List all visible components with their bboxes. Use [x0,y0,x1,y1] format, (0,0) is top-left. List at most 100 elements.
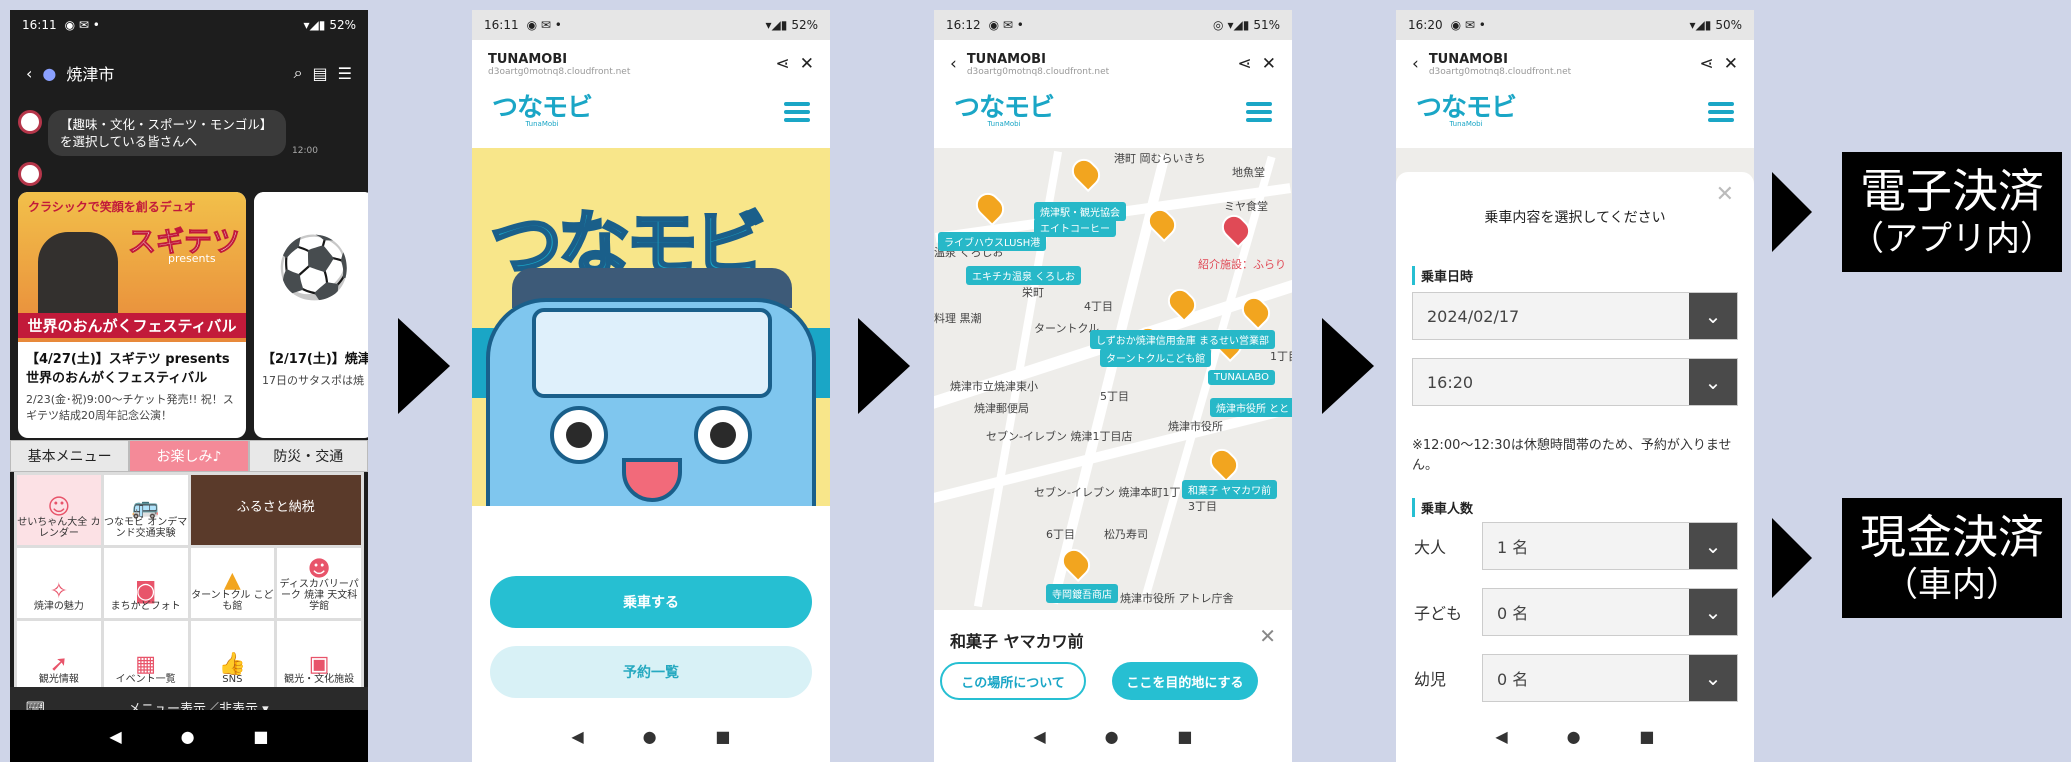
callout-sub: （アプリ内） [1850,219,2054,259]
close-icon[interactable]: ✕ [800,54,814,74]
share-icon[interactable]: ⋖ [776,54,790,74]
menu-tourism[interactable]: ➚ 観光情報 [17,621,101,691]
stop-label[interactable]: ターントクルこども館 [1100,348,1212,367]
menu-calendar[interactable]: ☺ せいちゃん大全 カレンダー [17,475,101,545]
adult-count-select[interactable]: 1 名 ⌄ [1482,522,1738,570]
home-nav-icon[interactable]: ● [1105,727,1119,746]
back-nav-icon[interactable]: ◀ [1033,727,1045,746]
stop-pin-icon[interactable] [1066,153,1106,193]
logo-text: つなモビ [492,93,593,123]
avatar [18,162,42,186]
stop-label[interactable]: 和菓子 ヤマカワ前 [1182,480,1278,499]
date-select[interactable]: 2024/02/17 ⌄ [1412,292,1738,340]
menu-events[interactable]: ▦ イベント一覧 [103,621,188,691]
back-icon[interactable]: ‹ [1412,54,1419,74]
ride-button[interactable]: 乗車する [490,576,812,628]
chat-title: 焼津市 [66,65,115,84]
child-count-select[interactable]: 0 名 ⌄ [1482,588,1738,636]
notes-icon[interactable]: ▤ [313,64,328,83]
menu-label: 観光情報 [38,674,79,685]
menu-furusato-nozei[interactable]: ふるさと納税 [190,475,361,545]
status-bar: 16:20 ◉ ✉ • ▾◢▮ 50% [1396,10,1754,40]
back-nav-icon[interactable]: ◀ [1495,727,1507,746]
menu-photo[interactable]: ◙ まちかどフォト [103,548,188,618]
rich-menu-grid: ☺ せいちゃん大全 カレンダー 🚌 つなモビ オンデマンド交通実験 ふるさと納税 ✧… [14,472,364,694]
close-icon[interactable]: ✕ [1259,624,1276,648]
back-nav-icon[interactable]: ◀ [571,727,583,746]
recents-nav-icon[interactable]: ■ [1639,727,1654,746]
stop-label[interactable]: しずおか焼津信用金庫 まるせい営業部 [1090,330,1275,349]
stop-pin-icon[interactable] [970,187,1010,227]
hamburger-icon[interactable] [1246,102,1272,122]
menu-tunamobi[interactable]: 🚌 つなモビ オンデマンド交通実験 [103,475,188,545]
avatar [18,110,42,134]
hamburger-icon[interactable] [1708,102,1734,122]
app-logo[interactable]: つなモビ TunaMobi [492,93,593,128]
stop-label[interactable]: ライブハウスLUSH港 [938,232,1047,251]
app-logo[interactable]: つなモビ TunaMobi [1416,95,1517,128]
hamburger-icon[interactable] [784,102,810,122]
stop-label[interactable]: 寺岡鍍吾商店 [1046,584,1118,603]
infant-value: 0 名 [1497,670,1529,689]
signal-icon: ▾◢▮ [1227,18,1250,32]
stop-label[interactable]: TUNALABO [1208,370,1275,385]
status-time: 16:20 [1408,18,1443,32]
back-icon[interactable]: ‹ [950,54,957,74]
menu-facilities[interactable]: ▣ 観光・文化施設 [277,621,361,691]
recents-nav-icon[interactable]: ■ [715,727,730,746]
tab-basic-menu[interactable]: 基本メニュー [10,440,130,472]
stop-label[interactable]: エキチカ温泉 くろしお [966,266,1082,285]
menu-turntokle[interactable]: ▲ ターントクル こども館 [190,548,275,618]
menu-discovery-park[interactable]: ☻ ディスカバリーパーク 焼津 天文科学館 [277,548,361,618]
menu-yaizu-charm[interactable]: ✧ 焼津の魅力 [17,548,101,618]
status-bar: 16:11 ◉ ✉ • ▾◢▮ 52% [472,10,830,40]
home-nav-icon[interactable]: ● [643,727,657,746]
chat-header: ‹ ● 焼津市 ⌕ ▤ ☰ [10,40,368,106]
flow-arrow-icon [1322,318,1374,414]
event-card-subtitle: 2/23(金･祝)9:00～チケット発売!! 祝！スギテツ結成20周年記念公演！ [26,393,234,422]
stop-label[interactable]: 焼津市役所 とと [1210,398,1292,417]
close-icon[interactable]: ✕ [1724,54,1738,74]
calendar-icon: ▦ [135,652,157,677]
menu-icon[interactable]: ☰ [338,64,352,83]
tab-disaster-transport[interactable]: 防災・交通 [248,440,368,472]
site-url: d3oartg0motnq8.cloudfront.net [488,66,631,77]
recents-nav-icon[interactable]: ■ [253,727,268,746]
poi-label[interactable]: 紹介施設：ふらり [1198,256,1286,272]
reservations-button[interactable]: 予約一覧 [490,646,812,698]
ride-options-modal: ✕ 乗車内容を選択してください 乗車日時 2024/02/17 ⌄ 16:20 … [1396,172,1754,732]
app-logo[interactable]: つなモビ TunaMobi [954,93,1055,128]
stop-pin-icon[interactable] [1204,443,1244,483]
home-nav-icon[interactable]: ● [1567,727,1581,746]
map-text: 3丁目 [1188,500,1217,513]
logo-text: つなモビ [954,93,1055,123]
menu-sns[interactable]: 👍 SNS [190,621,275,691]
back-icon[interactable]: ‹ [26,64,32,83]
mascot-eye-right [694,406,752,464]
set-destination-button[interactable]: ここを目的地にする [1112,662,1258,700]
back-nav-icon[interactable]: ◀ [109,727,121,746]
stop-label[interactable]: エイトコーヒー [1034,218,1116,237]
search-icon[interactable]: ⌕ [294,63,303,83]
tab-fun[interactable]: お楽しみ♪ [129,440,249,472]
message-time: 12:00 [292,146,318,156]
map-view[interactable]: 港町 岡むらいきち 地魚堂 4丁目 栄町 ターントクル 焼津市立焼津東小 焼津郵… [934,148,1292,610]
card-image-presents: presents [168,252,216,265]
chat-message: 【趣味・文化・スポーツ・モンゴル】を選択している皆さんへ 12:00 [10,106,368,160]
status-time: 16:12 [946,18,981,32]
share-icon[interactable]: ⋖ [1238,54,1252,74]
event-card[interactable]: クラシックで笑顔を創るデュオ スギテツ presents 世界のおんがくフェステ… [18,192,246,438]
child-value: 0 名 [1497,604,1529,623]
about-place-button[interactable]: この場所について [940,662,1086,700]
close-icon[interactable]: ✕ [1262,54,1276,74]
time-select[interactable]: 16:20 ⌄ [1412,358,1738,406]
share-icon[interactable]: ⋖ [1700,54,1714,74]
close-icon[interactable]: ✕ [1716,182,1734,207]
notification-icons: ◉ ✉ • [1450,18,1486,32]
recents-nav-icon[interactable]: ■ [1177,727,1192,746]
infant-count-select[interactable]: 0 名 ⌄ [1482,654,1738,702]
mascot-icon: ☻ [307,557,331,582]
event-card-2[interactable]: ⚽ 【2/17(土)】焼津 デースポーツ】開 17日のサタスポは焼 トサルを実施… [254,192,368,438]
site-url: d3oartg0motnq8.cloudfront.net [966,66,1110,77]
home-nav-icon[interactable]: ● [181,727,195,746]
